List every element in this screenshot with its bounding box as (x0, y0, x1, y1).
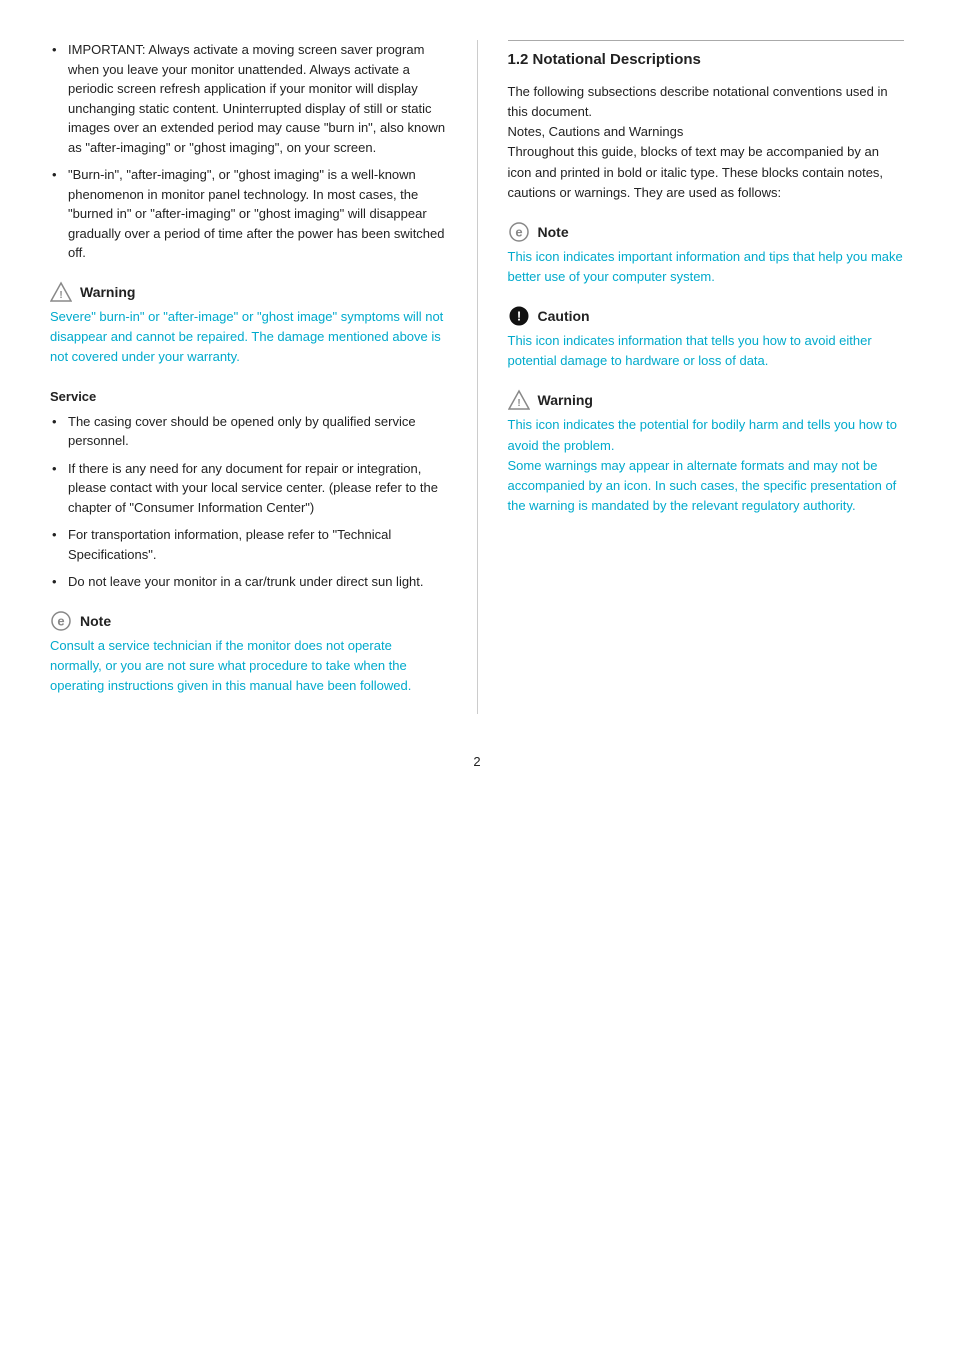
note-header-right: e Note (508, 221, 905, 243)
svg-text:e: e (57, 613, 64, 628)
svg-text:!: ! (59, 290, 62, 301)
caution-icon-right: ! (508, 305, 530, 327)
note-icon-right: e (508, 221, 530, 243)
note-header-1: e Note (50, 610, 447, 632)
warning-box-1: ! Warning Severe" burn-in" or "after-ima… (50, 281, 447, 367)
warning-title-1: Warning (80, 284, 135, 300)
warning-text-right: This icon indicates the potential for bo… (508, 415, 905, 516)
note-box-1: e Note Consult a service technician if t… (50, 610, 447, 696)
note-box-right: e Note This icon indicates important inf… (508, 221, 905, 287)
caution-text-right: This icon indicates information that tel… (508, 331, 905, 371)
heading-line (508, 40, 905, 41)
warning-text-1: Severe" burn-in" or "after-image" or "gh… (50, 307, 447, 367)
service-list: The casing cover should be opened only b… (50, 412, 447, 592)
warning-title-right: Warning (538, 392, 593, 408)
page-number: 2 (50, 754, 904, 769)
warning-icon-1: ! (50, 281, 72, 303)
note-title-1: Note (80, 613, 111, 629)
left-column: IMPORTANT: Always activate a moving scre… (50, 40, 447, 714)
section-heading: 1.2 Notational Descriptions (508, 51, 905, 68)
warning-header-right: ! Warning (508, 389, 905, 411)
svg-text:e: e (515, 224, 522, 239)
service-item-1: The casing cover should be opened only b… (50, 412, 447, 451)
note-title-right: Note (538, 224, 569, 240)
bullet-list-1: IMPORTANT: Always activate a moving scre… (50, 40, 447, 263)
service-section: Service The casing cover should be opene… (50, 389, 447, 592)
right-column: 1.2 Notational Descriptions The followin… (477, 40, 905, 714)
service-item-2: If there is any need for any document fo… (50, 459, 447, 518)
svg-text:!: ! (516, 309, 520, 324)
note-icon-1: e (50, 610, 72, 632)
warning-header-1: ! Warning (50, 281, 447, 303)
service-title: Service (50, 389, 447, 404)
svg-text:!: ! (517, 398, 520, 409)
note-text-right: This icon indicates important informatio… (508, 247, 905, 287)
note-text-1: Consult a service technician if the moni… (50, 636, 447, 696)
warning-icon-right: ! (508, 389, 530, 411)
caution-title-right: Caution (538, 308, 590, 324)
caution-header-right: ! Caution (508, 305, 905, 327)
service-item-3: For transportation information, please r… (50, 525, 447, 564)
list-item-2: "Burn-in", "after-imaging", or "ghost im… (50, 165, 447, 263)
list-item-1: IMPORTANT: Always activate a moving scre… (50, 40, 447, 157)
intro-text: The following subsections describe notat… (508, 82, 905, 203)
service-item-4: Do not leave your monitor in a car/trunk… (50, 572, 447, 592)
warning-box-right: ! Warning This icon indicates the potent… (508, 389, 905, 516)
caution-box-right: ! Caution This icon indicates informatio… (508, 305, 905, 371)
